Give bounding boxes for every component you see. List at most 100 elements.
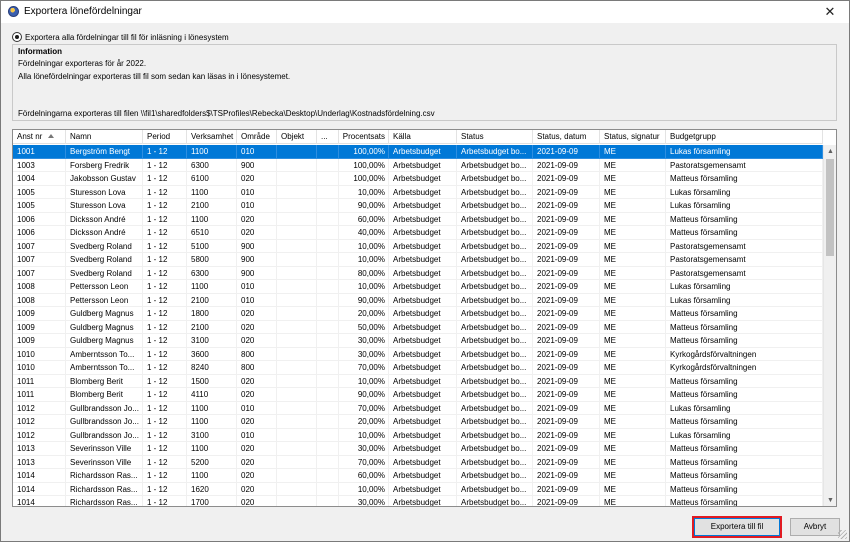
cell-omrade: 020 xyxy=(237,334,277,348)
header-col-budgetgrupp[interactable]: Budgetgrupp xyxy=(666,130,823,144)
header-col-status-signatur[interactable]: Status, signatur xyxy=(600,130,666,144)
header-col-period[interactable]: Period xyxy=(143,130,187,144)
table-row[interactable]: 1007 Svedberg Roland 1 - 12 6300 900 80,00% Ar… xyxy=(13,266,823,280)
header-col-namn[interactable]: Namn xyxy=(66,130,143,144)
table-row[interactable]: 1014 Richardsson Ras... 1 - 12 1700 020 30,00… xyxy=(13,496,823,506)
cell-kalla: Arbetsbudget xyxy=(389,145,457,159)
cell-procentsats: 100,00% xyxy=(339,145,389,159)
cell-objekt xyxy=(277,428,317,442)
cell-objekt xyxy=(277,482,317,496)
vertical-scrollbar[interactable]: ▲ ▼ xyxy=(823,145,836,506)
header-label: Verksamhet xyxy=(191,132,234,141)
table-row[interactable]: 1006 Dicksson André 1 - 12 1100 020 60,00% Arb… xyxy=(13,212,823,226)
table-row[interactable]: 1001 Bergström Bengt 1 - 12 1100 010 100,00% A… xyxy=(13,145,823,159)
table-row[interactable]: 1013 Severinsson Ville 1 - 12 5200 020 70,00%… xyxy=(13,455,823,469)
cell-anst-nr: 1007 xyxy=(13,253,66,267)
cell-procentsats: 30,00% xyxy=(339,496,389,506)
cell-status-datum: 2021-09-09 xyxy=(533,388,600,402)
table-row[interactable]: 1014 Richardsson Ras... 1 - 12 1620 020 10,00… xyxy=(13,482,823,496)
table-row[interactable]: 1012 Gullbrandsson Jo... 1 - 12 3100 010 10,0… xyxy=(13,428,823,442)
header-col-status[interactable]: Status xyxy=(457,130,533,144)
cell-period: 1 - 12 xyxy=(143,253,187,267)
cell-procentsats: 100,00% xyxy=(339,172,389,186)
cell-anst-nr: 1006 xyxy=(13,226,66,240)
cell-status: Arbetsbudget bo... xyxy=(457,239,533,253)
header-col-status-datum[interactable]: Status, datum xyxy=(533,130,600,144)
scrollbar-thumb[interactable] xyxy=(826,159,834,256)
table-row[interactable]: 1011 Blomberg Berit 1 - 12 1500 020 10,00% Arb… xyxy=(13,374,823,388)
table-row[interactable]: 1013 Severinsson Ville 1 - 12 1100 020 30,00%… xyxy=(13,442,823,456)
cell-status-datum: 2021-09-09 xyxy=(533,469,600,483)
cell-status: Arbetsbudget bo... xyxy=(457,266,533,280)
cell-period: 1 - 12 xyxy=(143,158,187,172)
cell-more xyxy=(317,307,339,321)
cell-objekt xyxy=(277,212,317,226)
distribution-table: Anst nr Namn Period Verksamhet Område Objekt.… xyxy=(12,129,837,507)
table-row[interactable]: 1007 Svedberg Roland 1 - 12 5100 900 10,00% Ar… xyxy=(13,239,823,253)
cell-status-datum: 2021-09-09 xyxy=(533,239,600,253)
cell-period: 1 - 12 xyxy=(143,469,187,483)
table-row[interactable]: 1004 Jakobsson Gustav 1 - 12 6100 020 100,00%… xyxy=(13,172,823,186)
table-row[interactable]: 1005 Sturesson Lova 1 - 12 2100 010 90,00% Arb… xyxy=(13,199,823,213)
cell-omrade: 900 xyxy=(237,158,277,172)
cell-verksamhet: 5100 xyxy=(187,239,237,253)
table-row[interactable]: 1007 Svedberg Roland 1 - 12 5800 900 10,00% Ar… xyxy=(13,253,823,267)
cell-kalla: Arbetsbudget xyxy=(389,347,457,361)
cancel-button[interactable]: Avbryt xyxy=(790,518,840,536)
header-col-procentsats[interactable]: Procentsats xyxy=(339,130,389,144)
chevron-down-icon[interactable]: ▼ xyxy=(824,494,836,506)
table-row[interactable]: 1008 Pettersson Leon 1 - 12 2100 010 90,00% Ar… xyxy=(13,293,823,307)
header-col-omrade[interactable]: Område xyxy=(237,130,277,144)
cell-status-signatur: ME xyxy=(600,442,666,456)
title-bar[interactable]: Exportera lönefördelningar ✕ xyxy=(1,1,849,23)
header-col-kalla[interactable]: Källa xyxy=(389,130,457,144)
cell-status: Arbetsbudget bo... xyxy=(457,374,533,388)
cell-budgetgrupp: Matteus församling xyxy=(666,455,823,469)
table-row[interactable]: 1009 Guldberg Magnus 1 - 12 1800 020 20,00% Ar… xyxy=(13,307,823,321)
cell-anst-nr: 1013 xyxy=(13,442,66,456)
table-row[interactable]: 1012 Gullbrandsson Jo... 1 - 12 1100 020 20,0… xyxy=(13,415,823,429)
cell-budgetgrupp: Matteus församling xyxy=(666,442,823,456)
close-button[interactable]: ✕ xyxy=(817,3,843,21)
cell-period: 1 - 12 xyxy=(143,199,187,213)
cell-verksamhet: 1100 xyxy=(187,415,237,429)
table-row[interactable]: 1012 Gullbrandsson Jo... 1 - 12 1100 010 70,0… xyxy=(13,401,823,415)
cell-status-signatur: ME xyxy=(600,428,666,442)
cell-omrade: 010 xyxy=(237,185,277,199)
table-row[interactable]: 1008 Pettersson Leon 1 - 12 1100 010 10,00% Ar… xyxy=(13,280,823,294)
cell-status: Arbetsbudget bo... xyxy=(457,415,533,429)
app-globe-icon xyxy=(8,6,19,17)
table-row[interactable]: 1009 Guldberg Magnus 1 - 12 2100 020 50,00% Ar… xyxy=(13,320,823,334)
table-row[interactable]: 1010 Amberntsson To... 1 - 12 3600 800 30,00%… xyxy=(13,347,823,361)
header-col-verksamhet[interactable]: Verksamhet xyxy=(187,130,237,144)
table-row[interactable]: 1014 Richardsson Ras... 1 - 12 1100 020 60,00… xyxy=(13,469,823,483)
table-row[interactable]: 1010 Amberntsson To... 1 - 12 8240 800 70,00%… xyxy=(13,361,823,375)
cell-kalla: Arbetsbudget xyxy=(389,469,457,483)
cell-verksamhet: 2100 xyxy=(187,320,237,334)
cell-namn: Bergström Bengt xyxy=(66,145,143,159)
cell-procentsats: 90,00% xyxy=(339,293,389,307)
header-label: Status, signatur xyxy=(604,132,660,141)
header-col-objekt[interactable]: Objekt xyxy=(277,130,317,144)
cell-verksamhet: 2100 xyxy=(187,199,237,213)
header-col-more[interactable]: ... xyxy=(317,130,339,144)
table-row[interactable]: 1006 Dicksson André 1 - 12 6510 020 40,00% Arb… xyxy=(13,226,823,240)
resize-grip[interactable] xyxy=(838,530,847,539)
table-row[interactable]: 1003 Forsberg Fredrik 1 - 12 6300 900 100,00%… xyxy=(13,158,823,172)
cell-procentsats: 90,00% xyxy=(339,388,389,402)
table-row[interactable]: 1009 Guldberg Magnus 1 - 12 3100 020 30,00% Ar… xyxy=(13,334,823,348)
cell-objekt xyxy=(277,158,317,172)
cell-omrade: 020 xyxy=(237,374,277,388)
export-to-file-button[interactable]: Exportera till fil xyxy=(694,518,780,536)
chevron-up-icon[interactable]: ▲ xyxy=(824,145,836,158)
table-row[interactable]: 1011 Blomberg Berit 1 - 12 4110 020 90,00% Arb… xyxy=(13,388,823,402)
cell-status: Arbetsbudget bo... xyxy=(457,496,533,506)
export-all-option[interactable]: Exportera alla fördelningar till fil för… xyxy=(12,30,229,44)
header-col-anst-nr[interactable]: Anst nr xyxy=(13,130,66,144)
cell-kalla: Arbetsbudget xyxy=(389,361,457,375)
cell-status: Arbetsbudget bo... xyxy=(457,293,533,307)
cell-objekt xyxy=(277,253,317,267)
table-row[interactable]: 1005 Sturesson Lova 1 - 12 1100 010 10,00% Arb… xyxy=(13,185,823,199)
export-all-radio[interactable] xyxy=(12,32,22,42)
cell-status-datum: 2021-09-09 xyxy=(533,253,600,267)
